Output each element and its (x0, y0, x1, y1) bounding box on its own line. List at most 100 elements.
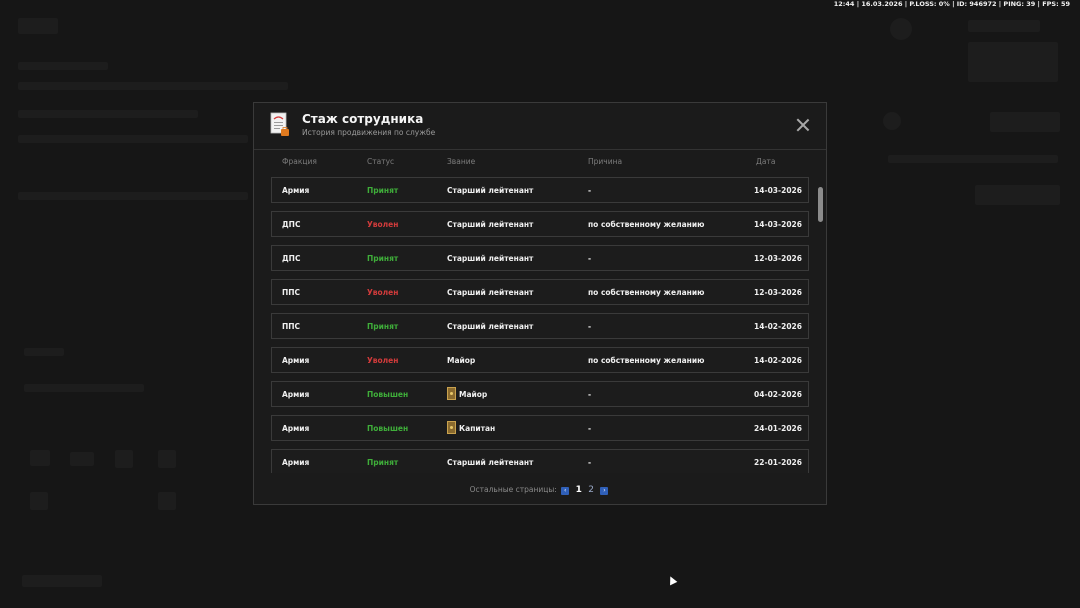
hud-icon-ghost (158, 492, 176, 510)
cell-rank: Старший лейтенант (447, 220, 533, 229)
table-row[interactable]: Армия Уволен Майор по собственному желанию 1… (271, 347, 809, 373)
table-row[interactable]: Армия Принят Старший лейтенант - 22-01-2026 (271, 449, 809, 473)
cell-rank: Старший лейтенант (447, 322, 533, 331)
next-page-button[interactable]: › (600, 487, 609, 495)
hud-icon-ghost (70, 452, 94, 466)
cell-reason: - (588, 322, 592, 331)
table-row[interactable]: ППС Уволен Старший лейтенант по собственном… (271, 279, 809, 305)
cell-reason: по собственному желанию (588, 288, 705, 297)
hud-icon-ghost (115, 450, 133, 468)
cell-date: 14-02-2026 (754, 356, 802, 365)
prev-page-button[interactable]: ‹ (561, 487, 570, 495)
cell-faction: ППС (282, 288, 301, 297)
hud-stats-ghost (968, 42, 1058, 82)
hud-icon-ghost (158, 450, 176, 468)
column-header-date: Дата (756, 157, 776, 166)
employee-history-modal: Стаж сотрудника История продвижения по с… (253, 102, 827, 505)
hud-icon-ghost (883, 112, 901, 130)
cell-faction: ППС (282, 322, 301, 331)
cell-date: 24-01-2026 (754, 424, 802, 433)
cell-date: 22-01-2026 (754, 458, 802, 467)
hud-icon-ghost (30, 492, 48, 510)
pagination-label: Остальные страницы: (469, 485, 557, 494)
cell-rank-text: Старший лейтенант (447, 458, 534, 467)
table-row[interactable]: ППС Принят Старший лейтенант - 14-02-2026 (271, 313, 809, 339)
cell-reason: - (588, 424, 592, 433)
cell-date: 12-03-2026 (754, 288, 802, 297)
cell-status: Повышен (367, 390, 409, 399)
cell-status: Принят (367, 458, 399, 467)
modal-subtitle: История продвижения по службе (302, 128, 436, 137)
cell-rank-text: Старший лейтенант (447, 220, 534, 229)
hud-text-ghost (18, 62, 108, 70)
table-row[interactable]: ДПС Принят Старший лейтенант - 12-03-2026 (271, 245, 809, 271)
cell-reason: по собственному желанию (588, 220, 705, 229)
table-row[interactable]: Армия Принят Старший лейтенант - 14-03-2026 (271, 177, 809, 203)
game-screen: 12:44 | 16.03.2026 | P.LOSS: 0% | ID: 94… (0, 0, 1080, 608)
cell-rank-text: Старший лейтенант (447, 186, 534, 195)
document-icon (270, 112, 289, 136)
hud-icon-ghost (990, 112, 1060, 132)
cell-rank-text: Старший лейтенант (447, 288, 534, 297)
hud-text-ghost (18, 135, 248, 143)
status-bar: 12:44 | 16.03.2026 | P.LOSS: 0% | ID: 94… (833, 0, 1070, 8)
cell-rank: Старший лейтенант (447, 254, 533, 263)
cell-status: Уволен (367, 220, 399, 229)
cell-rank-text: Старший лейтенант (447, 254, 534, 263)
cell-rank-text: Капитан (459, 424, 496, 433)
cell-rank: Старший лейтенант (447, 458, 533, 467)
scrollbar-thumb[interactable] (818, 187, 823, 222)
cell-date: 04-02-2026 (754, 390, 802, 399)
page-1-button[interactable]: 1 (576, 485, 582, 495)
cell-status: Уволен (367, 356, 399, 365)
table-row[interactable]: Армия Повышен Майор - 04-02-2026 (271, 381, 809, 407)
page-2-button[interactable]: 2 (588, 485, 594, 495)
cell-rank: Старший лейтенант (447, 186, 533, 195)
close-button[interactable] (796, 118, 810, 132)
hud-icon-ghost (975, 185, 1060, 205)
hud-text-ghost (18, 82, 288, 90)
cell-faction: Армия (282, 390, 310, 399)
hud-text-ghost (24, 348, 64, 356)
hud-icon-ghost (890, 18, 912, 40)
history-table[interactable]: Армия Принят Старший лейтенант -14-03-2026 Д… (271, 177, 811, 473)
cell-date: 14-03-2026 (754, 220, 802, 229)
cell-rank: Старший лейтенант (447, 288, 533, 297)
cell-rank-text: Майор (459, 390, 488, 399)
hud-text-ghost (18, 192, 248, 200)
cell-date: 12-03-2026 (754, 254, 802, 263)
cell-faction: Армия (282, 458, 310, 467)
table-row[interactable]: ДПС Уволен Старший лейтенант по собственном… (271, 211, 809, 237)
table-row[interactable]: Армия Повышен Капитан - 24-01-2026 (271, 415, 809, 441)
column-header-status: Статус (367, 157, 395, 166)
cell-reason: по собственному желанию (588, 356, 705, 365)
cell-status: Принят (367, 322, 399, 331)
cell-date: 14-03-2026 (754, 186, 802, 195)
cell-rank-text: Старший лейтенант (447, 322, 534, 331)
cell-reason: - (588, 458, 592, 467)
cell-status: Принят (367, 186, 399, 195)
cell-faction: Армия (282, 186, 310, 195)
cell-status: Уволен (367, 288, 399, 297)
column-header-reason: Причина (588, 157, 623, 166)
cell-faction: Армия (282, 356, 310, 365)
table-header: Фракция Статус Звание Причина Дата (271, 157, 811, 169)
modal-title: Стаж сотрудника (302, 112, 424, 126)
hud-money-ghost (968, 20, 1040, 32)
column-header-faction: Фракция (282, 157, 317, 166)
cell-faction: ДПС (282, 220, 301, 229)
rank-insignia-icon (447, 387, 456, 400)
hud-bar-ghost (22, 575, 102, 587)
hud-text-ghost (18, 110, 198, 118)
pagination: Остальные страницы: ‹ 1 2 › (254, 485, 826, 497)
cell-rank-text: Майор (447, 356, 476, 365)
cell-date: 14-02-2026 (754, 322, 802, 331)
cell-rank: Капитан (447, 421, 495, 434)
hud-text-ghost (24, 384, 144, 392)
column-header-rank: Звание (447, 157, 476, 166)
cell-status: Повышен (367, 424, 409, 433)
cell-rank: Майор (447, 356, 475, 365)
cell-reason: - (588, 390, 592, 399)
rank-insignia-icon (447, 421, 456, 434)
cell-faction: ДПС (282, 254, 301, 263)
